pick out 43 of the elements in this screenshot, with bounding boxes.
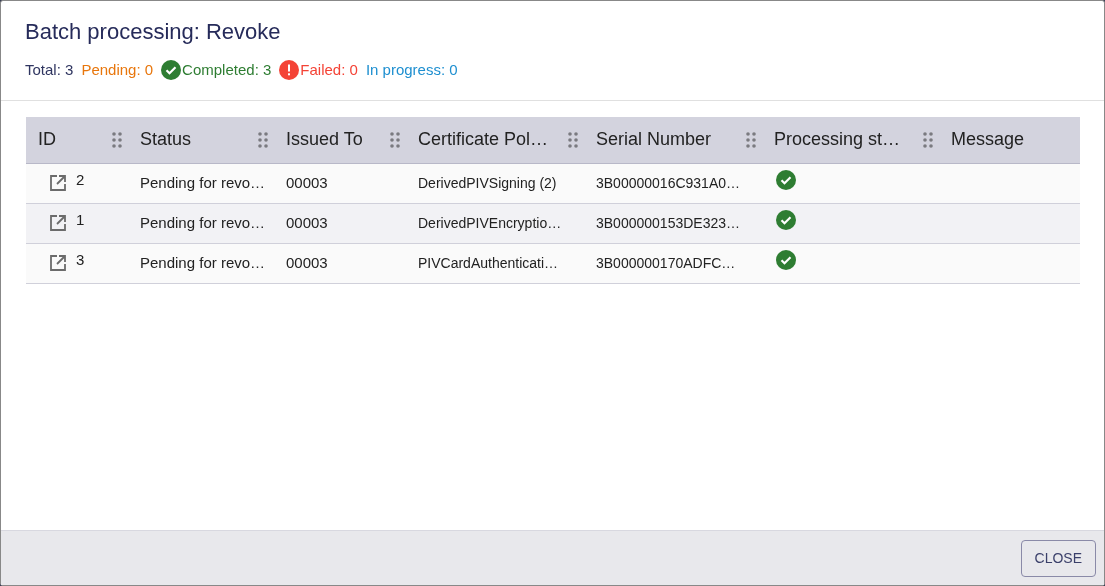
table-row[interactable]: 3 Pending for revo… 00003 PIVCardAuthenticati… 3B000000170ADFC… — [26, 243, 1080, 284]
open-external-icon[interactable] — [48, 173, 68, 193]
table-cell-text: 3 — [76, 249, 85, 270]
drag-handle-icon[interactable] — [923, 131, 933, 148]
open-external-icon[interactable] — [48, 213, 68, 233]
drag-handle-icon[interactable] — [568, 131, 578, 148]
table-cell: Pending for revo… — [140, 173, 266, 191]
column-header[interactable]: Serial Number — [596, 126, 712, 153]
count-label: Completed: 3 — [182, 60, 272, 80]
count-label: Failed: 0 — [300, 60, 358, 80]
table-cell: Pending for revo… — [140, 213, 266, 231]
table-cell: Pending for revo… — [140, 253, 266, 271]
column-header[interactable]: Certificate Pol… — [418, 126, 549, 153]
count-label: Pending: 0 — [81, 60, 154, 80]
table-row[interactable]: 1 Pending for revo… 00003 DerivedPIVEncryptio… 3B000000153DE323… — [26, 203, 1080, 244]
table-cell: DerivedPIVEncryptio… — [418, 214, 562, 231]
table-cell: 3B000000153DE323… — [596, 214, 740, 231]
column-header[interactable]: Message — [951, 126, 1025, 153]
dialog-title: Batch processing: Revoke — [25, 18, 282, 46]
alert-circle-icon — [279, 60, 300, 81]
table-cell-text: 2 — [76, 169, 85, 190]
table-cell: 00003 — [286, 213, 328, 231]
count-label: Total: 3 — [25, 60, 74, 80]
count-label: In progress: 0 — [365, 60, 458, 80]
drag-handle-icon[interactable] — [746, 131, 756, 148]
drag-handle-icon[interactable] — [112, 131, 122, 148]
table-cell: DerivedPIVSigning (2) — [418, 174, 557, 191]
check-circle-icon — [161, 60, 182, 81]
column-header[interactable]: Issued To — [286, 126, 363, 153]
table-cell: PIVCardAuthenticati… — [418, 254, 559, 271]
table-cell-text: 1 — [76, 209, 85, 230]
table-cell: 00003 — [286, 173, 328, 191]
column-header[interactable]: ID — [38, 126, 56, 153]
drag-handle-icon[interactable] — [390, 131, 400, 148]
table-cell: 00003 — [286, 253, 328, 271]
column-header[interactable]: Status — [140, 126, 192, 153]
table-cell: 3B00000016C931A0… — [596, 174, 740, 191]
close-button[interactable]: CLOSE — [1020, 539, 1096, 577]
table-row[interactable]: 2 Pending for revo… 00003 DerivedPIVSigning (2) 3B00000016C931A0… — [26, 163, 1080, 204]
table-cell: 3B000000170ADFC… — [596, 254, 736, 271]
open-external-icon[interactable] — [48, 253, 68, 273]
drag-handle-icon[interactable] — [258, 131, 268, 148]
column-header[interactable]: Processing st… — [774, 126, 901, 153]
